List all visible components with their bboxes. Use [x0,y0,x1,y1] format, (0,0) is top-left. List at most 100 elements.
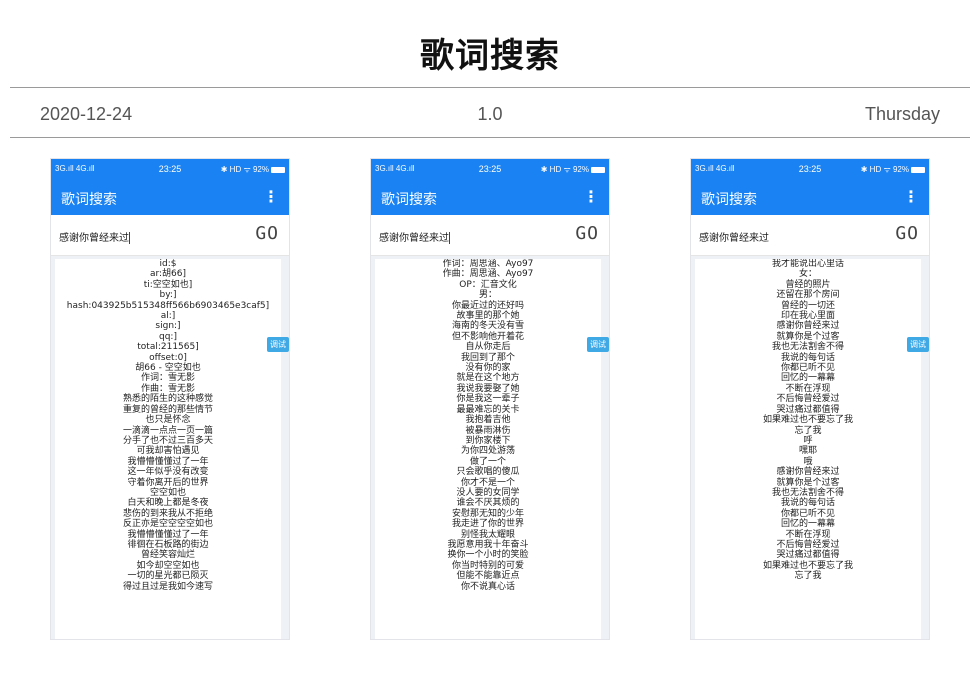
lyric-line: 我说的每句话 [780,498,835,509]
lyric-line: 故事里的那个她 [456,311,520,322]
lyric-line: 作词：雪无影 [140,373,195,384]
go-button[interactable]: GO [575,223,599,244]
go-button[interactable]: GO [255,223,279,244]
search-row: 感谢你曾经来过 GO [371,215,609,256]
battery-indicator: ✱ HD ᯤ 92% [221,164,285,175]
lyric-line: 得过且过是我如今速写 [122,581,213,592]
lyric-line: 只会歌唱的傻瓜 [456,467,520,478]
lyric-line: 就算你是个过客 [776,477,840,488]
lyric-line: 你才不是一个 [460,477,515,488]
search-input[interactable]: 感谢你曾经来过 [59,229,130,244]
lyric-line: 没有你的家 [465,363,511,374]
lyrics-panel[interactable]: 作词：周思涵、Ayo97 作曲：周思涵、Ayo97 OP：汇音文化 男： 你最近过的还好… [375,259,601,639]
lyric-line: 你当时特别的可爱 [451,560,524,571]
app-bar: 歌词搜索 ⋮ [51,181,289,215]
battery-indicator: ✱ HD ᯤ 92% [541,164,605,175]
app-title: 歌词搜索 [61,192,117,208]
search-row: 感谢你曾经来过 GO [51,215,289,256]
lyric-line: total:211565] [137,342,199,353]
search-input[interactable]: 感谢你曾经来过 [699,229,769,244]
battery-icon [591,166,605,173]
lyric-line: 作曲：雪无影 [140,383,195,394]
lyric-line: 嘿耶 [798,446,817,457]
lyric-line: 回忆的一幕幕 [780,519,835,530]
lyric-line: 到你家楼下 [465,435,511,446]
lyric-line: 我也无法割舍不得 [771,342,844,353]
lyric-line: 我说我要娶了她 [456,383,520,394]
phone-screenshot-2: 3G.ıll 4G.ıll 23:25 ✱ HD ᯤ 92% 歌词搜索 ⋮ 感谢… [370,158,610,640]
divider-bottom [10,137,970,138]
lyric-line: 也只是怀念 [145,415,191,426]
lyric-line: 还留在那个房间 [776,290,840,301]
lyric-line: 男： [478,290,497,301]
lyrics-panel[interactable]: id:$ ar:胡66] ti:空空如也] by:] hash:043925b51534… [55,259,281,639]
lyric-line: 熟悉的陌生的这种感觉 [122,394,213,405]
go-button[interactable]: GO [895,223,919,244]
lyric-line: 最最难忘的关卡 [456,404,520,415]
lyric-line: 我回到了那个 [460,352,515,363]
text-caret [129,232,130,244]
lyric-line: 回忆的一幕幕 [780,373,835,384]
page-title: 歌词搜索 [420,36,560,76]
lyrics-panel[interactable]: 我才能说出心里话 女： 曾经的照片 还留在那个房间 曾经的一切还 印在我心里面 感谢你曾经来… [695,259,921,639]
debug-button[interactable]: 调试 [587,337,609,352]
lyric-line: 被暴雨淋伤 [465,425,511,436]
lyric-line: 如果难过也不要忘了我 [762,560,853,571]
lyric-line: 感谢你曾经来过 [776,321,840,332]
app-title: 歌词搜索 [381,192,437,208]
lyric-line: 别怪我太耀眼 [460,529,515,540]
lyric-line: 如果难过也不要忘了我 [762,415,853,426]
lyric-line: 徘徊在石板路的街边 [127,539,209,550]
more-vert-icon[interactable]: ⋮ [263,187,279,206]
lyric-line: 重复的曾经的那些情节 [122,404,213,415]
lyric-line: 感谢你曾经来过 [776,467,840,478]
lyric-line: 就是在这个地方 [456,373,520,384]
lyric-line: 作词：周思涵、Ayo97 [442,259,534,269]
more-vert-icon[interactable]: ⋮ [903,187,919,206]
lyric-line: 空空如也 [149,487,186,498]
lyric-line: 海南的冬天没有雪 [451,321,524,332]
status-bar: 3G.ıll 4G.ıll 23:25 ✱ HD ᯤ 92% [371,159,609,181]
lyric-line: 反正亦是空空空空如也 [122,519,213,530]
app-bar: 歌词搜索 ⋮ [371,181,609,215]
lyric-line: 一滴滴一点点一页一篇 [122,425,213,436]
lyric-line: by:] [159,290,177,301]
status-bar: 3G.ıll 4G.ıll 23:25 ✱ HD ᯤ 92% [51,159,289,181]
lyric-line: 曾经的照片 [785,279,831,290]
lyric-line: 忘了我 [794,425,822,436]
lyric-line: 守着你离开后的世界 [127,477,209,488]
lyric-line: al:] [160,311,176,322]
battery-indicator: ✱ HD ᯤ 92% [861,164,925,175]
lyric-line: 呼 [803,435,813,446]
lyric-line: 你都已听不见 [780,508,835,519]
lyric-line: ti:空空如也] [143,279,193,290]
lyric-line: 我说的每句话 [780,352,835,363]
lyric-line: 分手了也不过三百多天 [122,435,213,446]
lyric-line: 不后悔曾经爱过 [776,539,840,550]
weekday-label: Thursday [864,104,940,124]
lyric-line: 不断在浮现 [785,383,831,394]
lyric-line: ar:胡66] [149,269,187,280]
lyric-line: id:$ [159,259,177,269]
lyric-line: 哦 [803,456,813,467]
debug-button[interactable]: 调试 [267,337,289,352]
phone-screenshot-3: 3G.ıll 4G.ıll 23:25 ✱ HD ᯤ 92% 歌词搜索 ⋮ 感谢… [690,158,930,640]
status-right: ✱ HD ᯤ 92% [220,165,269,174]
lyric-line: 但能不能靠近点 [456,571,520,582]
more-vert-icon[interactable]: ⋮ [583,187,599,206]
lyric-line: 就算你是个过客 [776,331,840,342]
lyric-line: 换你一个小时的笑脸 [447,550,529,561]
debug-button[interactable]: 调试 [907,337,929,352]
search-input[interactable]: 感谢你曾经来过 [379,229,450,244]
text-caret [449,232,450,244]
app-bar: 歌词搜索 ⋮ [691,181,929,215]
lyric-line: OP：汇音文化 [459,279,517,290]
lyric-line: 但不影响他开着花 [451,331,524,342]
lyric-line: 你都已听不见 [780,363,835,374]
status-bar: 3G.ıll 4G.ıll 23:25 ✱ HD ᯤ 92% [691,159,929,181]
lyric-line: 胡66 - 空空如也 [135,363,201,374]
lyric-line: 作曲：周思涵、Ayo97 [442,269,534,280]
lyric-line: 我愿意用我十年奋斗 [447,539,529,550]
version-label: 1.0 [477,104,503,124]
battery-icon [271,166,285,173]
